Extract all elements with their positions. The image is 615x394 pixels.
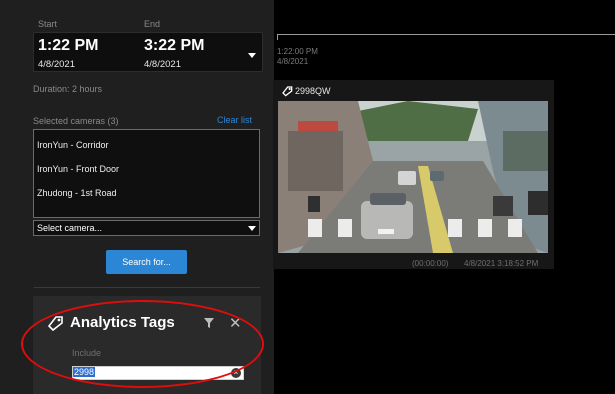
thumb-tag-label: 2998QW <box>295 86 331 96</box>
camera-snapshot-image[interactable] <box>278 101 548 253</box>
timeline-tick <box>277 34 278 40</box>
end-label: End <box>144 19 161 29</box>
chevron-down-icon[interactable] <box>248 53 256 58</box>
end-time[interactable]: 3:22 PM <box>144 37 204 55</box>
list-item[interactable]: IronYun - Corridor <box>37 140 109 150</box>
search-button[interactable]: Search for... <box>106 250 187 274</box>
annotation-ellipse <box>21 300 264 388</box>
thumb-offset: (00:00:00) <box>412 259 449 268</box>
start-date[interactable]: 4/8/2021 <box>38 59 75 70</box>
select-camera-value: Select camera... <box>37 223 103 233</box>
list-item[interactable]: IronYun - Front Door <box>37 164 119 174</box>
thumb-timestamp: 4/8/2021 3:18:52 PM <box>464 259 539 268</box>
start-label: Start <box>38 19 58 29</box>
tag-icon <box>281 84 293 102</box>
selected-cameras-label: Selected cameras (3) <box>33 116 119 126</box>
start-time[interactable]: 1:22 PM <box>38 37 98 55</box>
chevron-down-icon <box>248 226 256 231</box>
timeline-bar[interactable] <box>277 34 615 35</box>
divider <box>34 287 260 288</box>
list-item[interactable]: Zhudong - 1st Road <box>37 188 117 198</box>
time-range-picker[interactable]: 1:22 PM 4/8/2021 3:22 PM 4/8/2021 <box>33 32 263 72</box>
timeline-date: 4/8/2021 <box>277 57 309 66</box>
selected-cameras-list: IronYun - Corridor IronYun - Front Door … <box>33 129 260 218</box>
timeline-time: 1:22:00 PM <box>277 47 318 56</box>
duration-text: Duration: 2 hours <box>33 84 103 94</box>
select-camera-dropdown[interactable]: Select camera... <box>33 220 260 236</box>
clear-list-link[interactable]: Clear list <box>217 115 252 125</box>
end-date[interactable]: 4/8/2021 <box>144 59 181 70</box>
